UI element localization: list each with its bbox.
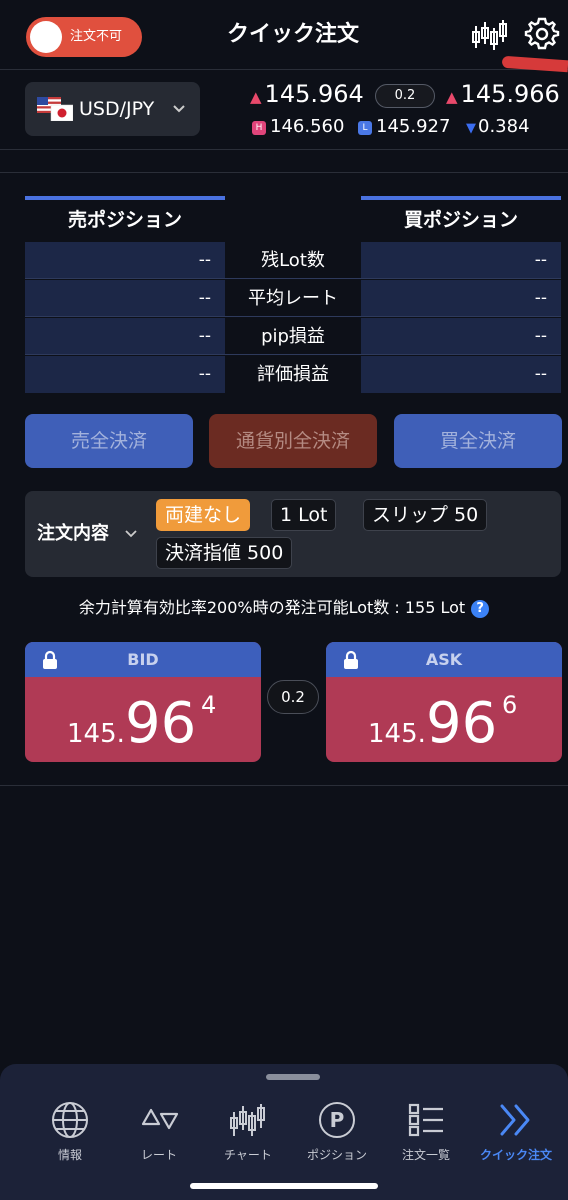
sell-lots: -- [25, 242, 225, 279]
nav-label-order-list: 注文一覧 [401, 1148, 450, 1162]
lot-chip[interactable]: 1 Lot [271, 499, 337, 531]
position-row-lots: -- 残Lot数 -- [25, 242, 561, 279]
ask-quote-value: 145.966 [460, 80, 560, 108]
globe-icon [52, 1102, 88, 1138]
row-divider [25, 278, 561, 279]
buy-pip: -- [361, 318, 561, 355]
up-triangle-icon: ▲ [250, 88, 262, 106]
gear-icon[interactable] [524, 16, 560, 52]
trade-spread-pill: 0.2 [267, 680, 319, 714]
high-price: H 146.560 [252, 116, 344, 137]
row-label-avg-rate: 平均レート [225, 280, 361, 317]
nav-label-chart: チャート [224, 1148, 272, 1162]
sell-pip: -- [25, 318, 225, 355]
ask-quote: ▲ 145.966 [446, 80, 560, 108]
nav-item-order-list[interactable]: 注文一覧 [380, 1100, 472, 1170]
row-divider [25, 354, 561, 355]
nav-label-rate: レート [140, 1148, 177, 1162]
order-list-icon [408, 1103, 443, 1137]
position-row-valuation: -- 評価損益 -- [25, 356, 561, 393]
hedge-off-chip[interactable]: 両建なし [156, 499, 251, 531]
nav-item-position[interactable]: P ポジション [291, 1100, 383, 1170]
row-divider [25, 316, 561, 317]
chevron-down-icon [173, 105, 185, 113]
ask-header: ASK [326, 642, 562, 677]
bottom-nav: 情報 レート チャート P ポジション 注文一覧 クイック注文 [0, 1064, 568, 1200]
ask-buy-button[interactable]: ASK 145. 96 6 [326, 642, 562, 762]
available-lots-text: 余力計算有効比率200%時の発注可能Lot数 : 155 Lot [78, 598, 466, 617]
change-value: ▼ 0.384 [466, 116, 530, 137]
quick-order-icon [500, 1104, 530, 1136]
bid-price-pip: 4 [201, 691, 217, 719]
ask-price: 145. 96 6 [326, 677, 562, 762]
ask-price-pip: 6 [502, 691, 518, 719]
header-bar: 注文不可 クイック注文 [0, 0, 568, 73]
ask-price-prefix: 145. [368, 719, 426, 749]
bid-sell-button[interactable]: BID 145. 96 4 [25, 642, 261, 762]
nav-item-quick-order[interactable]: クイック注文 [470, 1100, 562, 1170]
chevron-down-icon [125, 530, 137, 538]
high-badge: H [252, 121, 266, 135]
sell-all-close-button[interactable]: 売全決済 [25, 414, 193, 468]
close-by-currency-button[interactable]: 通貨別全決済 [209, 414, 377, 468]
bid-quote-value: 145.964 [264, 80, 364, 108]
order-settings-panel[interactable]: 注文内容 両建なし 1 Lot スリップ 50 決済指値 500 [25, 491, 561, 577]
candlestick-icon[interactable] [470, 18, 510, 52]
rate-bar: USD/JPY ▲ 145.964 0.2 ▲ 145.966 H 146.560 L… [0, 70, 568, 150]
nav-label-position: ポジション [306, 1148, 367, 1162]
divider [0, 172, 568, 173]
currency-pair-label: USD/JPY [79, 98, 155, 120]
buy-valuation: -- [361, 356, 561, 393]
ask-price-main: 96 [426, 691, 498, 756]
limit-chip[interactable]: 決済指値 500 [156, 537, 293, 569]
nav-item-rate[interactable]: レート [113, 1100, 205, 1170]
nav-label-quick-order: クイック注文 [479, 1148, 552, 1162]
nav-item-info[interactable]: 情報 [24, 1100, 116, 1170]
change-number: 0.384 [478, 116, 530, 137]
bid-price: 145. 96 4 [25, 677, 261, 762]
nav-label-info: 情報 [57, 1148, 82, 1162]
bid-price-main: 96 [125, 691, 197, 756]
spread-pill: 0.2 [375, 84, 435, 108]
available-lots-info: 余力計算有効比率200%時の発注可能Lot数 : 155 Lot? [0, 594, 568, 618]
position-row-pip: -- pip損益 -- [25, 318, 561, 355]
bid-label: BID [127, 650, 159, 669]
bid-quote: ▲ 145.964 [250, 80, 364, 108]
bid-header: BID [25, 642, 261, 677]
up-triangle-icon: ▲ [446, 88, 458, 106]
low-badge: L [358, 121, 372, 135]
row-label-valuation: 評価損益 [225, 356, 361, 393]
position-row-avg-rate: -- 平均レート -- [25, 280, 561, 317]
sell-position-header: 売ポジション [25, 196, 225, 240]
drag-handle[interactable] [266, 1074, 320, 1080]
home-indicator[interactable] [190, 1183, 378, 1189]
sell-valuation: -- [25, 356, 225, 393]
buy-header-label: 買ポジション [403, 209, 518, 231]
row-label-lots: 残Lot数 [225, 242, 361, 279]
buy-lots: -- [361, 242, 561, 279]
high-value: 146.560 [270, 116, 345, 137]
low-price: L 145.927 [358, 116, 450, 137]
buy-all-close-button[interactable]: 買全決済 [394, 414, 562, 468]
down-triangle-icon: ▼ [466, 121, 476, 136]
currency-pair-selector[interactable]: USD/JPY [25, 82, 200, 136]
row-label-pip: pip損益 [225, 318, 361, 355]
bid-price-prefix: 145. [67, 719, 125, 749]
svg-text:P: P [330, 1108, 345, 1132]
divider [0, 785, 568, 786]
us-jp-flag-icon [37, 97, 73, 121]
buy-avg-rate: -- [361, 280, 561, 317]
rate-arrows-icon [141, 1108, 179, 1130]
position-p-icon: P [319, 1102, 355, 1138]
nav-item-chart[interactable]: チャート [202, 1100, 294, 1170]
sell-avg-rate: -- [25, 280, 225, 317]
candlestick-icon [230, 1104, 265, 1136]
sell-header-label: 売ポジション [67, 209, 182, 231]
slippage-chip[interactable]: スリップ 50 [363, 499, 488, 531]
low-value: 145.927 [376, 116, 451, 137]
order-settings-label: 注文内容 [37, 523, 109, 544]
help-icon[interactable]: ? [471, 600, 490, 618]
ask-label: ASK [425, 650, 463, 669]
buy-position-header: 買ポジション [361, 196, 561, 240]
